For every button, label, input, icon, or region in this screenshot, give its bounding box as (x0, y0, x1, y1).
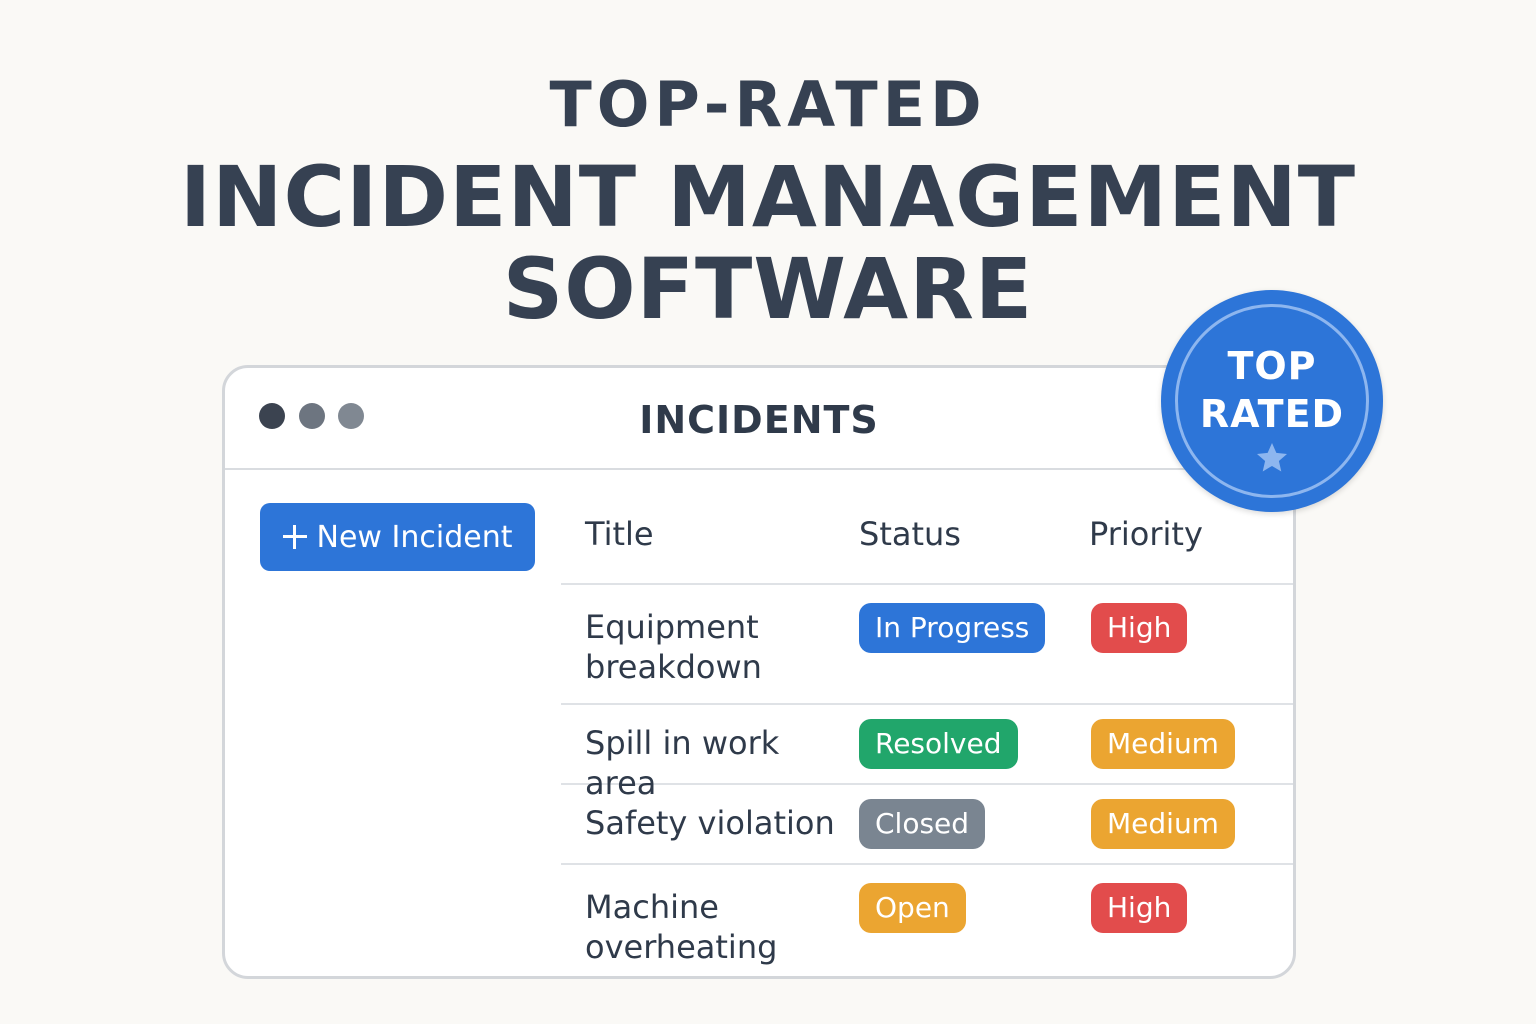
seal-text-line1: TOP (1227, 344, 1317, 388)
incident-title: Equipment breakdown (585, 608, 762, 686)
page: TOP-RATED INCIDENT MANAGEMENT SOFTWARE I… (0, 0, 1536, 1024)
status-badge: Open (859, 883, 966, 933)
priority-badge: Medium (1091, 719, 1235, 769)
priority-badge: High (1091, 883, 1188, 933)
headline-kicker: TOP-RATED (549, 68, 987, 141)
new-incident-label: New Incident (316, 519, 513, 555)
headline-title-line1: INCIDENT MANAGEMENT (179, 148, 1357, 246)
incidents-table: Title Status Priority Equipment breakdow… (561, 503, 1293, 976)
table-row[interactable]: Equipment breakdown In Progress High (561, 585, 1293, 705)
app-window: INCIDENTS New Incident Title Status Prio… (222, 365, 1296, 979)
window-title: INCIDENTS (639, 398, 879, 442)
column-header-status[interactable]: Status (859, 515, 961, 553)
column-header-title[interactable]: Title (585, 515, 654, 553)
status-badge: Resolved (859, 719, 1018, 769)
table-row[interactable]: Safety violation Closed Medium (561, 785, 1293, 865)
priority-badge: High (1091, 603, 1188, 653)
priority-badge: Medium (1091, 799, 1235, 849)
star-icon (1257, 443, 1287, 472)
new-incident-button[interactable]: New Incident (260, 503, 535, 571)
top-rated-seal: TOP RATED (1161, 290, 1383, 512)
incident-title: Machine overheating (585, 888, 778, 966)
status-badge: Closed (859, 799, 986, 849)
seal-text-line2: RATED (1199, 392, 1345, 436)
column-header-priority[interactable]: Priority (1089, 515, 1203, 553)
incident-title: Safety violation (585, 804, 835, 842)
status-badge: In Progress (859, 603, 1046, 653)
plus-icon (282, 525, 307, 549)
table-row[interactable]: Machine overheating Open High (561, 865, 1293, 976)
table-row[interactable]: Spill in work area Resolved Medium (561, 705, 1293, 802)
window-titlebar: INCIDENTS (225, 368, 1293, 470)
table-header: Title Status Priority (561, 503, 1293, 585)
